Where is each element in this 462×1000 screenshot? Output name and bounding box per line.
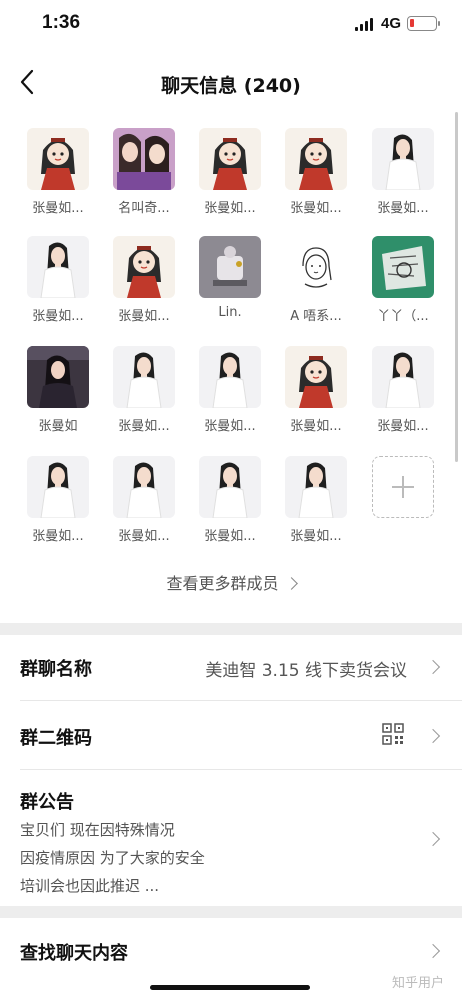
member-name: 张曼如...: [32, 201, 84, 216]
member-item[interactable]: 张曼如: [15, 346, 101, 434]
page-title: 聊天信息 (240): [161, 75, 301, 97]
member-grid: 张曼如... 名叫奇... 张曼如... 张曼如... 张曼如... 张曼如... 张曼如.…: [0, 118, 462, 623]
member-item[interactable]: 张曼如...: [273, 456, 359, 544]
group-name-row[interactable]: 群聊名称 美迪智 3.15 线下卖货会议: [0, 635, 462, 700]
avatar: [27, 456, 89, 518]
chevron-right-icon: [425, 728, 441, 744]
member-item[interactable]: 张曼如...: [360, 128, 446, 216]
signal-icon: [355, 18, 375, 31]
avatar: [199, 128, 261, 190]
member-name: 张曼如...: [204, 201, 256, 216]
qr-code-label: 群二维码: [20, 728, 92, 749]
section-separator: [0, 906, 462, 918]
member-name: Lin.: [218, 305, 242, 320]
member-item[interactable]: 张曼如...: [101, 346, 187, 434]
avatar: [199, 346, 261, 408]
member-name: 张曼如...: [377, 419, 429, 434]
member-item[interactable]: 张曼如...: [15, 456, 101, 544]
avatar: [285, 128, 347, 190]
chevron-right-icon: [284, 577, 298, 590]
search-chat-label: 查找聊天内容: [20, 943, 128, 964]
member-item[interactable]: 张曼如...: [187, 346, 273, 434]
chevron-right-icon: [425, 659, 441, 675]
avatar: [113, 346, 175, 408]
member-item[interactable]: 丫丫（...: [360, 236, 446, 324]
member-name: A 唔系...: [290, 309, 342, 324]
avatar: [27, 236, 89, 298]
member-item[interactable]: 张曼如...: [187, 456, 273, 544]
home-indicator[interactable]: [150, 985, 310, 990]
chevron-right-icon: [425, 831, 441, 847]
avatar: [372, 236, 434, 298]
notice-text-line: 培训会也因此推迟 ...: [20, 877, 160, 895]
member-name: 张曼如...: [32, 529, 84, 544]
member-name: 张曼如...: [290, 529, 342, 544]
member-name: 张曼如...: [118, 309, 170, 324]
avatar: [285, 456, 347, 518]
member-name: 名叫奇...: [118, 201, 170, 216]
member-name: 张曼如...: [118, 529, 170, 544]
member-item[interactable]: Lin.: [187, 236, 273, 320]
view-more-label: 查看更多群成员: [166, 574, 279, 593]
member-name: 张曼如: [38, 419, 78, 434]
member-name: 张曼如...: [290, 419, 342, 434]
scrollbar[interactable]: [455, 112, 458, 462]
avatar: [372, 128, 434, 190]
member-item[interactable]: 张曼如...: [101, 456, 187, 544]
avatar: [372, 346, 434, 408]
group-notice-row[interactable]: 群公告 宝贝们 现在因特殊情况 因疫情原因 为了大家的安全 培训会也因此推迟 .…: [0, 770, 462, 905]
avatar: [285, 236, 347, 298]
member-name: 张曼如...: [204, 419, 256, 434]
avatar: [113, 236, 175, 298]
member-name: 张曼如...: [204, 529, 256, 544]
nav-bar: 聊天信息 (240): [0, 55, 462, 110]
qr-code-icon: [382, 723, 404, 745]
status-bar: 1:36 4G: [0, 0, 462, 50]
avatar: [113, 456, 175, 518]
member-item[interactable]: 张曼如...: [187, 128, 273, 216]
member-name: 张曼如...: [377, 201, 429, 216]
member-name: 丫丫（...: [377, 309, 429, 324]
member-item[interactable]: 张曼如...: [15, 236, 101, 324]
battery-icon: [407, 16, 440, 31]
member-name: 张曼如...: [290, 201, 342, 216]
notice-text-line: 因疫情原因 为了大家的安全: [20, 849, 205, 867]
network-type: 4G: [381, 15, 402, 32]
notice-text-line: 宝贝们 现在因特殊情况: [20, 821, 175, 839]
member-item[interactable]: 张曼如...: [273, 128, 359, 216]
watermark: 知乎用户: [392, 976, 445, 991]
member-item[interactable]: 张曼如...: [15, 128, 101, 216]
avatar: [27, 346, 89, 408]
group-notice-label: 群公告: [20, 792, 74, 813]
view-more-members-link[interactable]: 查看更多群成员: [0, 570, 462, 594]
member-name: 张曼如...: [32, 309, 84, 324]
status-time: 1:36: [42, 12, 81, 33]
avatar: [199, 236, 261, 298]
avatar: [199, 456, 261, 518]
section-separator: [0, 623, 462, 635]
member-item[interactable]: 名叫奇...: [101, 128, 187, 216]
chevron-right-icon: [425, 943, 441, 959]
add-member-button[interactable]: [360, 456, 446, 518]
avatar: [113, 128, 175, 190]
avatar: [27, 128, 89, 190]
member-item[interactable]: 张曼如...: [101, 236, 187, 324]
group-name-value: 美迪智 3.15 线下卖货会议: [205, 661, 407, 681]
member-item[interactable]: 张曼如...: [273, 346, 359, 434]
member-item[interactable]: A 唔系...: [273, 236, 359, 324]
avatar: [285, 346, 347, 408]
member-item[interactable]: 张曼如...: [360, 346, 446, 434]
member-name: 张曼如...: [118, 419, 170, 434]
plus-icon: [372, 456, 434, 518]
group-name-label: 群聊名称: [20, 659, 92, 680]
